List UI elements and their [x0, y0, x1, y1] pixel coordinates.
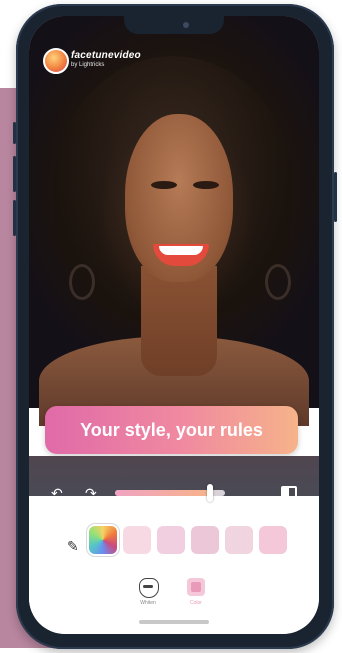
camera-icon — [183, 22, 189, 28]
phone-volume-up-button — [13, 156, 16, 192]
compare-icon[interactable] — [281, 486, 297, 502]
phone-power-button — [334, 172, 337, 222]
phone-screen: facetunevideo by Lightricks Your style, … — [29, 16, 319, 634]
tab-whiten[interactable] — [139, 578, 159, 598]
color-icon — [191, 582, 201, 592]
swatch-gradient[interactable] — [89, 526, 117, 554]
right-earring — [265, 264, 291, 300]
phone-volume-down-button — [13, 200, 16, 236]
promo-banner-text: Your style, your rules — [80, 419, 263, 440]
swatch-pink-2[interactable] — [157, 526, 185, 554]
undo-icon[interactable]: ↶ — [51, 486, 63, 500]
swatch-pink-1[interactable] — [123, 526, 151, 554]
tab-color[interactable] — [187, 578, 205, 596]
swatch-pink-4[interactable] — [225, 526, 253, 554]
tab-color-label: Color — [190, 600, 202, 606]
app-logo-icon — [43, 48, 69, 74]
portrait-photo — [29, 16, 319, 426]
mouth-icon — [143, 585, 153, 588]
home-indicator — [139, 620, 209, 624]
right-eye — [193, 181, 219, 189]
tab-whiten-label: Whiten — [140, 600, 156, 606]
intensity-slider-thumb[interactable] — [206, 484, 213, 502]
intensity-slider[interactable] — [115, 484, 225, 502]
teeth — [159, 246, 203, 255]
left-earring — [69, 264, 95, 300]
swatch-pink-5[interactable] — [259, 526, 287, 554]
redo-icon[interactable]: ↷ — [85, 486, 97, 500]
promo-banner: Your style, your rules — [45, 406, 298, 454]
app-name: facetunevideo — [71, 50, 141, 61]
left-eye — [151, 181, 177, 189]
pen-icon[interactable]: ✎ — [67, 538, 79, 555]
phone-side-button — [13, 122, 16, 144]
neck — [141, 266, 217, 376]
app-subtitle: by Lightricks — [71, 62, 105, 68]
intensity-slider-fill — [115, 490, 210, 496]
notch — [124, 16, 224, 34]
swatch-pink-3[interactable] — [191, 526, 219, 554]
